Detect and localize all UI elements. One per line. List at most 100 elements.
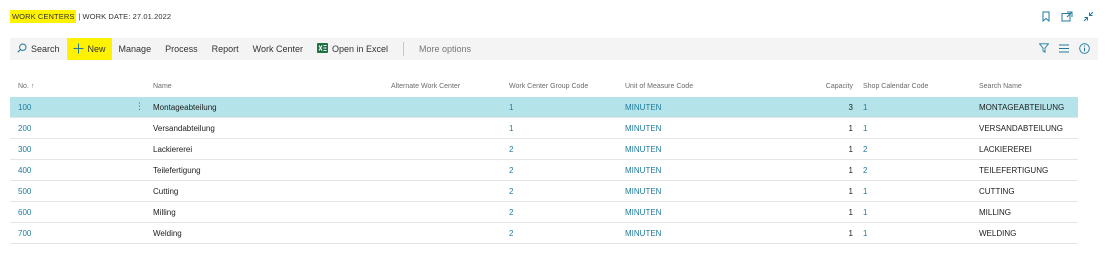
excel-icon xyxy=(316,43,332,55)
cell-no[interactable]: 500 xyxy=(18,187,31,196)
new-label: New xyxy=(87,44,106,54)
cell-uom[interactable]: MINUTEN xyxy=(625,187,661,196)
cell-group-code[interactable]: 2 xyxy=(509,166,513,175)
cell-name: Lackiererei xyxy=(153,145,193,154)
cell-uom[interactable]: MINUTEN xyxy=(625,166,661,175)
plus-icon xyxy=(73,43,88,56)
cell-capacity: 1 xyxy=(848,229,853,238)
cell-group-code[interactable]: 2 xyxy=(509,208,513,217)
row-menu-icon[interactable]: ⋮ xyxy=(135,101,144,112)
cell-shop-calendar[interactable]: 1 xyxy=(863,103,867,112)
cell-no[interactable]: 400 xyxy=(18,166,31,175)
cell-capacity: 3 xyxy=(848,103,853,112)
table-row[interactable]: 600 Milling 2 MINUTEN 1 1 MILLING xyxy=(10,202,1078,223)
manage-label: Manage xyxy=(118,44,152,54)
more-options-button[interactable]: More options xyxy=(412,38,478,60)
cell-group-code[interactable]: 2 xyxy=(509,229,513,238)
action-bar: Search New Manage Process Report Work Ce… xyxy=(10,38,1098,60)
page-title: WORK CENTERS xyxy=(10,9,77,23)
table-row[interactable]: 300 Lackiererei 2 MINUTEN 1 2 LACKIERERE… xyxy=(10,139,1078,160)
new-button[interactable]: New xyxy=(66,38,112,60)
table-row[interactable]: 400 Teilefertigung 2 MINUTEN 1 2 TEILEFE… xyxy=(10,160,1078,181)
table-row[interactable]: 500 Cutting 2 MINUTEN 1 1 CUTTING xyxy=(10,181,1078,202)
open-in-excel-button[interactable]: Open in Excel xyxy=(310,38,395,60)
open-new-window-icon[interactable] xyxy=(1061,11,1073,22)
list-tools xyxy=(1038,42,1098,56)
cell-group-code[interactable]: 2 xyxy=(509,145,513,154)
report-menu[interactable]: Report xyxy=(205,38,246,60)
cell-search-name: MONTAGEABTEILUNG xyxy=(979,103,1065,112)
cell-no[interactable]: 300 xyxy=(18,145,31,154)
column-header-search-name[interactable]: Search Name xyxy=(979,83,1022,90)
list-view-icon[interactable] xyxy=(1059,44,1069,55)
filter-icon[interactable] xyxy=(1038,43,1050,55)
manage-menu[interactable]: Manage xyxy=(112,38,159,60)
cell-no[interactable]: 700 xyxy=(18,229,31,238)
column-header-shop-calendar[interactable]: Shop Calendar Code xyxy=(863,83,928,90)
cell-group-code[interactable]: 1 xyxy=(509,124,513,133)
cell-uom[interactable]: MINUTEN xyxy=(625,208,661,217)
more-options-label: More options xyxy=(419,44,472,54)
cell-capacity: 1 xyxy=(848,187,853,196)
cell-shop-calendar[interactable]: 2 xyxy=(863,145,867,154)
title-actions xyxy=(1041,8,1094,24)
column-header-group-code[interactable]: Work Center Group Code xyxy=(509,83,588,90)
cell-search-name: TEILEFERTIGUNG xyxy=(979,166,1049,175)
collapse-icon[interactable] xyxy=(1083,11,1094,22)
cell-group-code[interactable]: 1 xyxy=(509,103,513,112)
column-header-alternate-work-center[interactable]: Alternate Work Center xyxy=(391,83,460,90)
work-center-menu[interactable]: Work Center xyxy=(246,38,310,60)
cell-no[interactable]: 200 xyxy=(18,124,31,133)
cell-search-name: LACKIEREREI xyxy=(979,145,1032,154)
column-header-name[interactable]: Name xyxy=(153,83,172,90)
work-center-label: Work Center xyxy=(252,44,303,54)
search-label: Search xyxy=(31,44,60,54)
title-separator: | xyxy=(78,11,81,21)
cell-shop-calendar[interactable]: 1 xyxy=(863,229,867,238)
cell-name: Montageabteilung xyxy=(153,103,217,112)
table-row[interactable]: 200 Versandabteilung 1 MINUTEN 1 1 VERSA… xyxy=(10,118,1078,139)
cell-uom[interactable]: MINUTEN xyxy=(625,103,661,112)
report-label: Report xyxy=(211,44,239,54)
column-header-no[interactable]: No. ↑ xyxy=(18,83,34,90)
cell-name: Versandabteilung xyxy=(153,124,215,133)
cell-group-code[interactable]: 2 xyxy=(509,187,513,196)
cell-capacity: 1 xyxy=(848,124,853,133)
cell-capacity: 1 xyxy=(848,208,853,217)
cell-uom[interactable]: MINUTEN xyxy=(625,229,661,238)
table-header: No. ↑ Name Alternate Work Center Work Ce… xyxy=(10,79,1078,97)
cell-capacity: 1 xyxy=(848,145,853,154)
bookmark-icon[interactable] xyxy=(1041,11,1051,22)
column-header-unit-of-measure[interactable]: Unit of Measure Code xyxy=(625,83,693,90)
cell-name: Cutting xyxy=(153,187,179,196)
info-icon[interactable] xyxy=(1079,42,1090,56)
work-date: WORK DATE: 27.01.2022 xyxy=(82,11,172,21)
cell-shop-calendar[interactable]: 2 xyxy=(863,166,867,175)
table-row[interactable]: 700 Welding 2 MINUTEN 1 1 WELDING xyxy=(10,223,1078,244)
toolbar-divider xyxy=(403,42,404,56)
cell-no[interactable]: 100 xyxy=(18,103,31,112)
process-label: Process xyxy=(165,44,198,54)
cell-search-name: VERSANDABTEILUNG xyxy=(979,124,1064,133)
open-in-excel-label: Open in Excel xyxy=(331,44,388,54)
search-button[interactable]: Search xyxy=(10,38,67,60)
page-title-bar: WORK CENTERS | WORK DATE: 27.01.2022 xyxy=(10,8,171,24)
cell-shop-calendar[interactable]: 1 xyxy=(863,187,867,196)
cell-shop-calendar[interactable]: 1 xyxy=(863,208,867,217)
work-centers-table: No. ↑ Name Alternate Work Center Work Ce… xyxy=(10,79,1078,244)
cell-name: Teilefertigung xyxy=(153,166,201,175)
cell-search-name: CUTTING xyxy=(979,187,1015,196)
process-menu[interactable]: Process xyxy=(158,38,205,60)
cell-name: Milling xyxy=(153,208,176,217)
table-row[interactable]: 100 ⋮ Montageabteilung 1 MINUTEN 3 1 MON… xyxy=(10,97,1078,118)
cell-search-name: WELDING xyxy=(979,229,1017,238)
cell-capacity: 1 xyxy=(848,166,853,175)
cell-uom[interactable]: MINUTEN xyxy=(625,145,661,154)
cell-uom[interactable]: MINUTEN xyxy=(625,124,661,133)
cell-search-name: MILLING xyxy=(979,208,1012,217)
cell-shop-calendar[interactable]: 1 xyxy=(863,124,867,133)
cell-no[interactable]: 600 xyxy=(18,208,31,217)
cell-name: Welding xyxy=(153,229,182,238)
column-header-capacity[interactable]: Capacity xyxy=(826,83,853,90)
search-icon xyxy=(17,43,31,55)
